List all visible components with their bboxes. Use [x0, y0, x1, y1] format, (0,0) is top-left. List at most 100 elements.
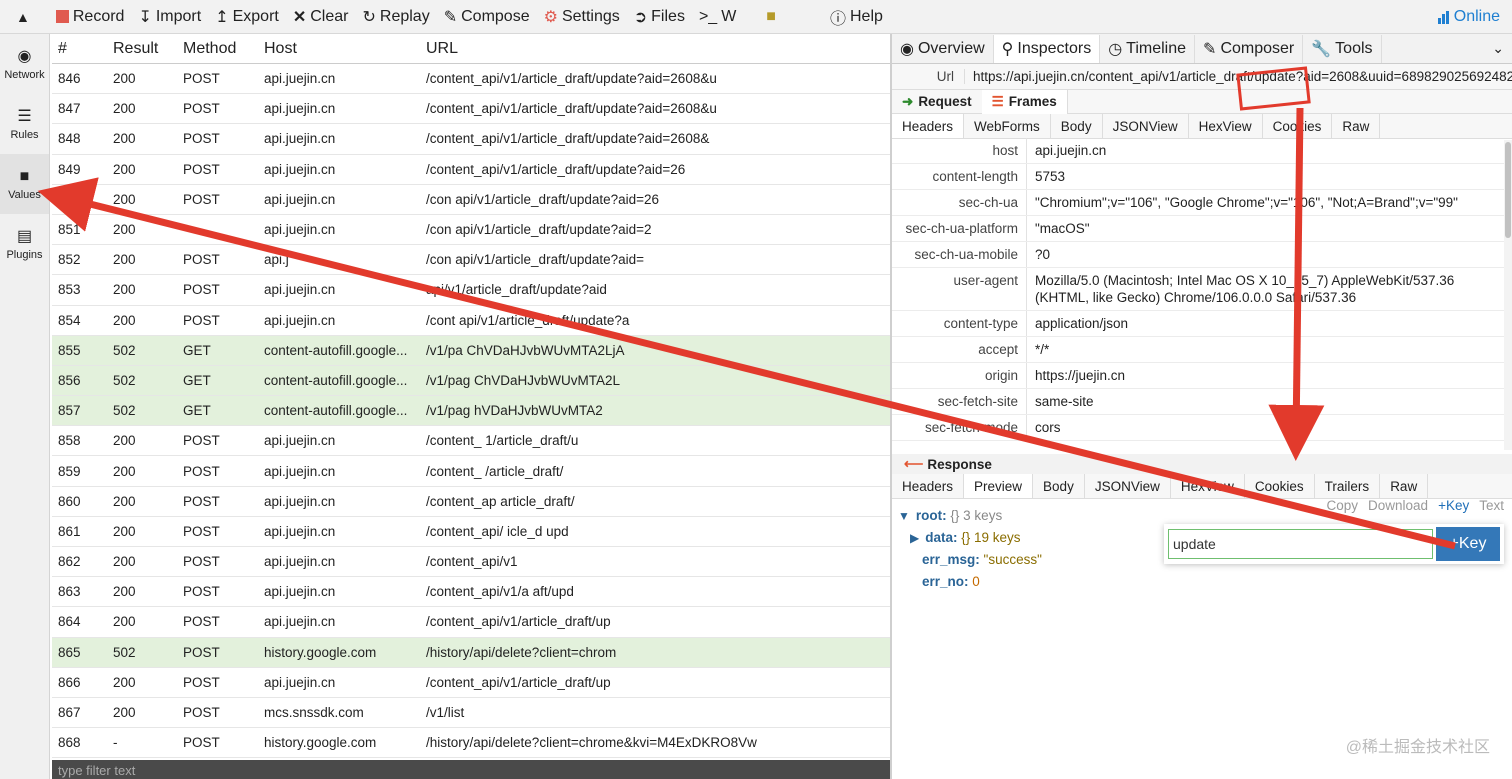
cell-url: /content_api/ icle_d upd	[426, 523, 569, 539]
table-row[interactable]: 851 200 api.juejin.cn/con api/v1/article_d…	[52, 215, 890, 246]
table-row[interactable]: 853 200 POST api.juejin.cn api/v1/article_dr…	[52, 275, 890, 306]
tab-resp-body[interactable]: Body	[1033, 474, 1085, 498]
table-row[interactable]: 200 POST api.juejin.cn/con api/v1/article_…	[52, 185, 890, 215]
table-row[interactable]: 868 - POST history.google.com/history/api/d…	[52, 728, 890, 759]
files-button[interactable]: ➲ Files	[634, 7, 685, 27]
sidebar-item-values[interactable]: ■ Values	[0, 154, 49, 214]
filter-input[interactable]: type filter text	[52, 760, 890, 779]
tab-req-webforms[interactable]: WebForms	[964, 114, 1051, 138]
download-button[interactable]: Download	[1368, 498, 1428, 513]
header-row[interactable]: sec-ch-ua-mobile ?0	[892, 242, 1504, 268]
online-status[interactable]: Online	[1437, 8, 1500, 26]
header-row[interactable]: user-agent Mozilla/5.0 (Macintosh; Intel …	[892, 268, 1504, 311]
header-row[interactable]: sec-ch-ua "Chromium";v="106", "Google Chr…	[892, 190, 1504, 216]
tab-resp-jsonview[interactable]: JSONView	[1085, 474, 1171, 498]
clear-button[interactable]: ✕ Clear	[293, 7, 349, 27]
tab-resp-hexview[interactable]: HexView	[1171, 474, 1245, 498]
text-button[interactable]: Text	[1479, 498, 1504, 513]
cell-host: api.juejin.cn	[264, 131, 336, 147]
sidebar-item-rules[interactable]: ☰ Rules	[0, 94, 49, 154]
table-row[interactable]: 861 200 POST api.juejin.cn/content_api/ icl…	[52, 517, 890, 547]
cell-result: 200	[113, 433, 136, 449]
response-title[interactable]: ⟵ Response	[892, 454, 1512, 474]
table-row[interactable]: 858 200 POST api.juejin.cn/content_ 1/artic…	[52, 426, 890, 457]
table-row[interactable]: 866 200 POST api.juejin.cn/content_api/v1/a…	[52, 668, 890, 698]
table-row[interactable]: 867 200 POST mcs.snssdk.com/v1/list	[52, 698, 890, 729]
add-key-button[interactable]: +Key	[1436, 527, 1500, 561]
import-button[interactable]: ↧ Import	[138, 7, 201, 27]
header-row[interactable]: sec-ch-ua-platform "macOS"	[892, 216, 1504, 242]
header-row[interactable]: host api.juejin.cn	[892, 138, 1504, 164]
tab-req-jsonview[interactable]: JSONView	[1103, 114, 1189, 138]
cell-result: 200	[113, 191, 136, 207]
app-window: ▲ Record ↧ Import ↥ Export ✕ Clear ↻ Replay …	[0, 0, 1512, 779]
cell-host: api.juejin.cn	[264, 493, 336, 509]
compose-button[interactable]: ✎ Compose	[444, 7, 530, 27]
table-row[interactable]: 864 200 POST api.juejin.cn/content_api/v1/a…	[52, 607, 890, 638]
col-header-url[interactable]: URL	[420, 40, 890, 58]
header-row[interactable]: accept */*	[892, 337, 1504, 363]
cell-num: 851	[58, 222, 81, 238]
tab-timeline[interactable]: ◷ Timeline	[1100, 35, 1196, 63]
table-row[interactable]: 854 200 POST api.juejin.cn/cont api/v1/arti…	[52, 306, 890, 336]
table-row[interactable]: 859 200 POST api.juejin.cn/content_ /articl…	[52, 456, 890, 487]
copy-button[interactable]: Copy	[1327, 498, 1359, 513]
col-header-host[interactable]: Host	[258, 40, 420, 58]
cell-host: api.juejin.cn	[264, 554, 336, 570]
tab-tools[interactable]: 🔧 Tools	[1303, 35, 1382, 63]
record-button[interactable]: Record	[55, 8, 124, 26]
header-row[interactable]: content-type application/json	[892, 311, 1504, 337]
tab-composer[interactable]: ✎ Composer	[1195, 35, 1304, 63]
lock-icon[interactable]: ■	[766, 8, 776, 26]
col-header-num[interactable]: #	[52, 40, 107, 58]
tab-overview[interactable]: ◉ Overview	[892, 35, 994, 63]
tab-request[interactable]: ➜ Request	[892, 90, 982, 114]
tab-req-cookies[interactable]: Cookies	[1263, 114, 1333, 138]
sidebar-item-plugins[interactable]: ▤ Plugins	[0, 214, 49, 274]
tab-req-hexview[interactable]: HexView	[1189, 114, 1263, 138]
help-button[interactable]: ⓘ Help	[830, 5, 883, 29]
collapse-icon[interactable]: ▲	[16, 9, 30, 25]
weinre-button[interactable]: >_ W	[699, 8, 736, 26]
header-row[interactable]: sec-fetch-mode cors	[892, 415, 1504, 441]
json-err-no[interactable]: err_no: 0	[898, 571, 1512, 593]
table-row[interactable]: 847 200 POST api.juejin.cn/content_api/v1/a…	[52, 94, 890, 125]
table-row[interactable]: 855 502 GET content-autofill.google... /v1/p…	[52, 335, 890, 366]
settings-button[interactable]: ⚙ Settings	[544, 7, 620, 27]
export-button[interactable]: ↥ Export	[215, 7, 279, 27]
tab-frames[interactable]: ☰ Frames	[981, 89, 1068, 114]
sidebar-item-network[interactable]: ◉ Network	[0, 34, 49, 94]
json-value: 0	[972, 574, 980, 589]
add-key-link[interactable]: +Key	[1438, 498, 1469, 513]
replay-button[interactable]: ↻ Replay	[362, 7, 429, 27]
table-row[interactable]: 857 502 GET content-autofill.google... /v1/p…	[52, 396, 890, 427]
tab-req-headers[interactable]: Headers	[892, 114, 965, 138]
col-header-result[interactable]: Result	[107, 40, 177, 58]
tab-resp-headers[interactable]: Headers	[892, 474, 965, 498]
header-row[interactable]: sec-fetch-site same-site	[892, 389, 1504, 415]
table-row[interactable]: 846 200 POST api.juejin.cn/content_api/v1/a…	[52, 64, 890, 95]
key-name-input[interactable]	[1168, 529, 1433, 559]
chevron-down-icon[interactable]: ⌄	[1492, 40, 1512, 63]
table-row[interactable]: 860 200 POST api.juejin.cn/content_ap artic…	[52, 487, 890, 517]
tab-inspectors[interactable]: ⚲ Inspectors	[993, 35, 1101, 63]
tab-resp-preview[interactable]: Preview	[964, 474, 1034, 498]
table-row[interactable]: 856 502 GET content-autofill.google... /v1/p…	[52, 365, 890, 397]
tab-resp-raw[interactable]: Raw	[1380, 474, 1429, 498]
header-row[interactable]: origin https://juejin.cn	[892, 363, 1504, 389]
table-row[interactable]: 852 200 POST api.j/con api/v1/article_draft…	[52, 245, 890, 276]
url-label: Url	[936, 69, 954, 84]
table-row[interactable]: 848 200 POST api.juejin.cn/content_api/v1/a…	[52, 124, 890, 155]
header-row[interactable]: content-length 5753	[892, 164, 1504, 190]
headers-scrollbar[interactable]	[1504, 140, 1512, 450]
tab-resp-trailers[interactable]: Trailers	[1315, 474, 1381, 498]
tab-req-body[interactable]: Body	[1051, 114, 1103, 138]
table-row[interactable]: 849 200 POST api.juejin.cn/content_api/v1/a…	[52, 155, 890, 185]
scrollbar-thumb[interactable]	[1505, 142, 1511, 238]
tab-req-raw[interactable]: Raw	[1332, 114, 1381, 138]
col-header-method[interactable]: Method	[177, 40, 258, 58]
table-row[interactable]: 862 200 POST api.juejin.cn/content_api/v1	[52, 547, 890, 578]
tab-resp-cookies[interactable]: Cookies	[1245, 474, 1315, 498]
table-row[interactable]: 865 502 POST history.google.com/history/api…	[52, 637, 890, 668]
table-row[interactable]: 863 200 POST api.juejin.cn/content_api/v1/a…	[52, 577, 890, 608]
